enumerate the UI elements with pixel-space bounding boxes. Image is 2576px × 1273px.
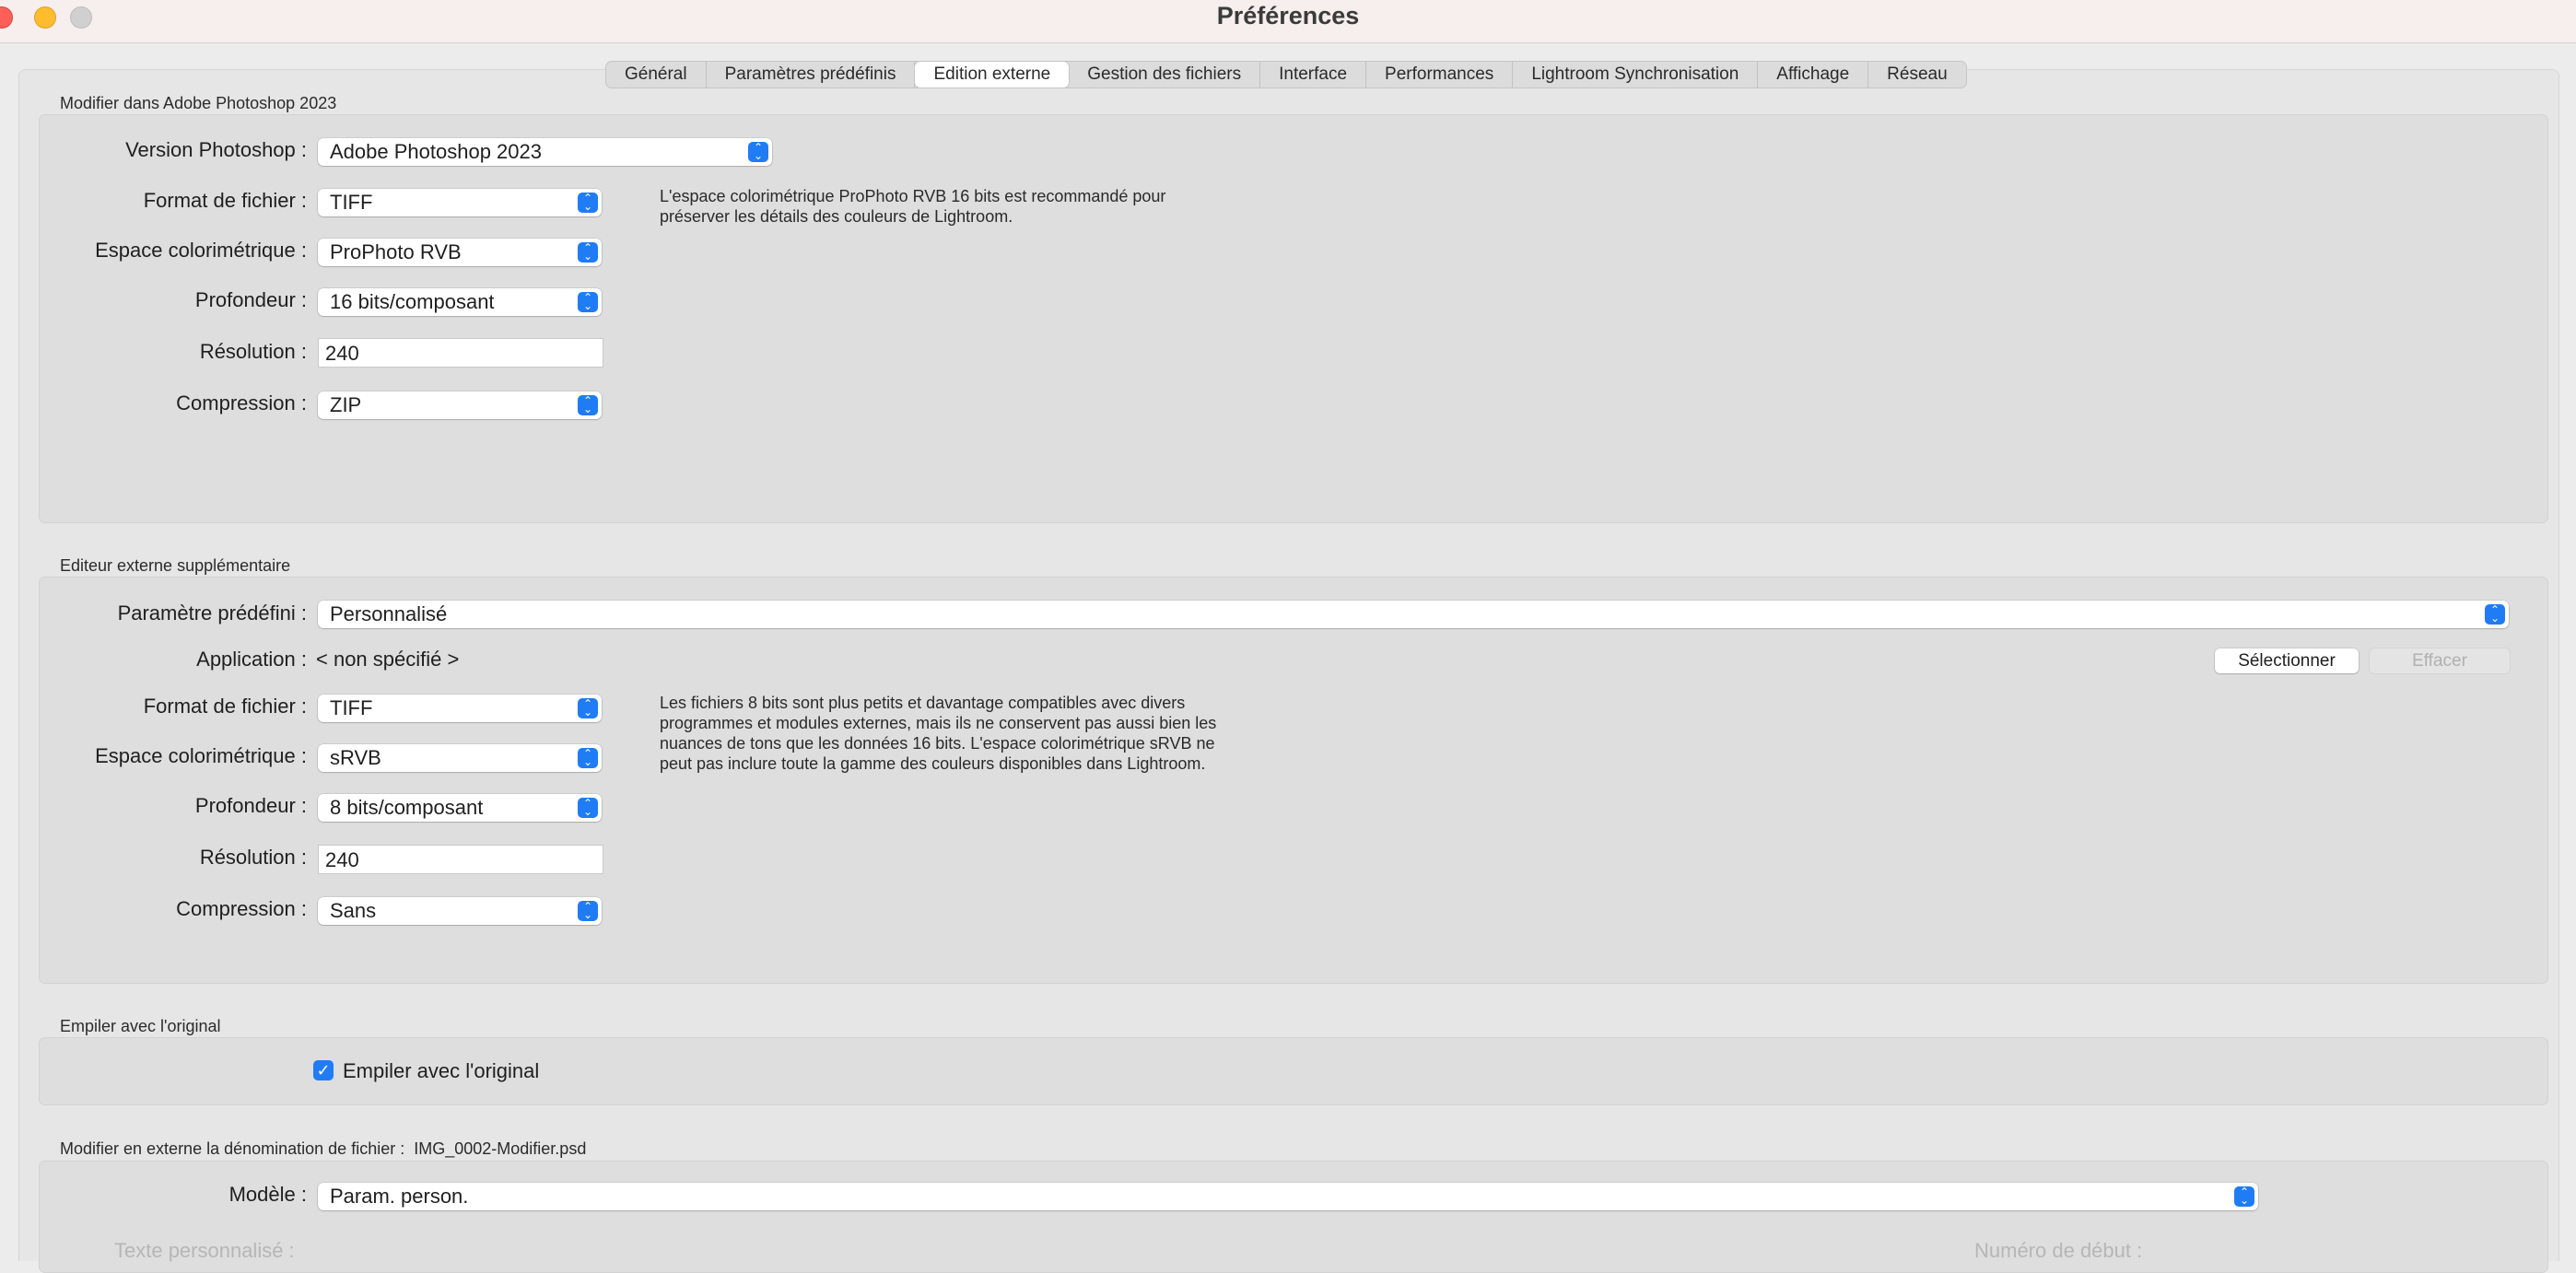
chevron-updown-icon: ⌃ ⌄ xyxy=(578,242,598,263)
tab-performance[interactable]: Performances xyxy=(1366,62,1514,88)
colorspace-label: Espace colorimétrique : xyxy=(95,239,307,262)
tab-general[interactable]: Général xyxy=(606,62,707,88)
file-format-value: TIFF xyxy=(330,191,373,214)
photoshop-group xyxy=(39,114,2548,523)
tab-lightroom-sync[interactable]: Lightroom Synchronisation xyxy=(1513,62,1759,88)
ext-resolution-input[interactable]: 240 xyxy=(318,845,603,874)
colorspace-value: ProPhoto RVB xyxy=(330,240,462,263)
ext-depth-label: Profondeur : xyxy=(194,794,307,817)
application-label: Application : xyxy=(196,648,307,671)
photoshop-version-value: Adobe Photoshop 2023 xyxy=(330,140,542,163)
chevron-updown-icon: ⌃ ⌄ xyxy=(578,193,598,213)
chevron-updown-icon: ⌃ ⌄ xyxy=(2485,604,2505,625)
tab-external-editing[interactable]: Edition externe xyxy=(915,62,1070,88)
resolution-label: Résolution : xyxy=(199,340,307,363)
preset-label: Paramètre prédéfini : xyxy=(117,601,307,625)
ext-colorspace-select[interactable]: sRVB ⌃ ⌄ xyxy=(318,744,602,772)
ext-compression-select[interactable]: Sans ⌃ ⌄ xyxy=(318,897,602,925)
naming-title-text: Modifier en externe la dénomination de f… xyxy=(60,1139,405,1158)
tab-bar: Général Paramètres prédéfinis Edition ex… xyxy=(605,61,1967,88)
template-label: Modèle : xyxy=(228,1183,307,1206)
compression-label: Compression : xyxy=(176,391,307,415)
chevron-updown-icon: ⌃ ⌄ xyxy=(748,142,768,162)
window-title: Préférences xyxy=(1216,2,1360,29)
chevron-updown-icon: ⌃ ⌄ xyxy=(578,901,598,921)
ext-resolution-label: Résolution : xyxy=(199,846,307,869)
chevron-updown-icon: ⌃ ⌄ xyxy=(578,698,598,718)
photoshop-version-label: Version Photoshop : xyxy=(125,138,307,161)
external-group-title: Editeur externe supplémentaire xyxy=(60,556,291,575)
chevron-updown-icon: ⌃ ⌄ xyxy=(578,292,598,312)
ext-file-format-select[interactable]: TIFF ⌃ ⌄ xyxy=(318,695,602,722)
resolution-input[interactable]: 240 xyxy=(318,338,603,368)
ext-compression-value: Sans xyxy=(330,899,377,922)
ext-colorspace-value: sRVB xyxy=(330,746,381,769)
chevron-updown-icon: ⌃ ⌄ xyxy=(578,395,598,415)
ext-file-format-label: Format de fichier : xyxy=(143,695,307,718)
file-format-select[interactable]: TIFF ⌃ ⌄ xyxy=(318,189,602,216)
naming-example: IMG_0002-Modifier.psd xyxy=(414,1139,587,1158)
chevron-updown-icon: ⌃ ⌄ xyxy=(578,748,598,768)
compression-value: ZIP xyxy=(330,393,362,416)
tab-network[interactable]: Réseau xyxy=(1868,62,1966,88)
title-bar: Préférences xyxy=(0,0,2576,43)
custom-text-label: Texte personnalisé : xyxy=(114,1239,295,1262)
stack-group-title: Empiler avec l'original xyxy=(60,1017,221,1035)
ext-file-format-value: TIFF xyxy=(330,696,373,719)
file-format-label: Format de fichier : xyxy=(143,189,307,212)
start-number-label: Numéro de début : xyxy=(1974,1239,2143,1262)
select-application-button[interactable]: Sélectionner xyxy=(2215,648,2359,673)
photoshop-note: L'espace colorimétrique ProPhoto RVB 16 … xyxy=(660,187,1166,226)
ext-compression-label: Compression : xyxy=(176,897,307,920)
compression-select[interactable]: ZIP ⌃ ⌄ xyxy=(318,391,602,419)
preset-select[interactable]: Personnalisé ⌃ ⌄ xyxy=(318,601,2509,628)
preset-value: Personnalisé xyxy=(330,602,448,625)
template-value: Param. person. xyxy=(330,1185,469,1208)
tab-display[interactable]: Affichage xyxy=(1758,62,1869,88)
photoshop-group-title: Modifier dans Adobe Photoshop 2023 xyxy=(60,94,337,112)
stack-checkbox[interactable]: ✓ xyxy=(313,1060,334,1080)
stack-checkbox-label[interactable]: Empiler avec l'original xyxy=(343,1059,539,1083)
depth-select[interactable]: 16 bits/composant ⌃ ⌄ xyxy=(318,288,602,316)
ext-colorspace-label: Espace colorimétrique : xyxy=(95,744,307,767)
ext-depth-select[interactable]: 8 bits/composant ⌃ ⌄ xyxy=(318,794,602,822)
external-note: Les fichiers 8 bits sont plus petits et … xyxy=(660,694,1217,773)
colorspace-select[interactable]: ProPhoto RVB ⌃ ⌄ xyxy=(318,239,602,266)
depth-value: 16 bits/composant xyxy=(330,290,495,313)
photoshop-version-select[interactable]: Adobe Photoshop 2023 ⌃ ⌄ xyxy=(318,138,772,166)
tab-presets[interactable]: Paramètres prédéfinis xyxy=(707,62,916,88)
chevron-updown-icon: ⌃ ⌄ xyxy=(578,798,598,818)
naming-group-title: Modifier en externe la dénomination de f… xyxy=(60,1139,586,1159)
chevron-updown-icon: ⌃ ⌄ xyxy=(2234,1186,2254,1207)
ext-depth-value: 8 bits/composant xyxy=(330,796,484,819)
tab-file-handling[interactable]: Gestion des fichiers xyxy=(1069,62,1261,88)
application-value: < non spécifié > xyxy=(316,648,460,671)
template-select[interactable]: Param. person. ⌃ ⌄ xyxy=(318,1183,2258,1210)
depth-label: Profondeur : xyxy=(194,288,307,311)
clear-application-button[interactable]: Effacer xyxy=(2370,648,2510,673)
tab-interface[interactable]: Interface xyxy=(1260,62,1367,88)
